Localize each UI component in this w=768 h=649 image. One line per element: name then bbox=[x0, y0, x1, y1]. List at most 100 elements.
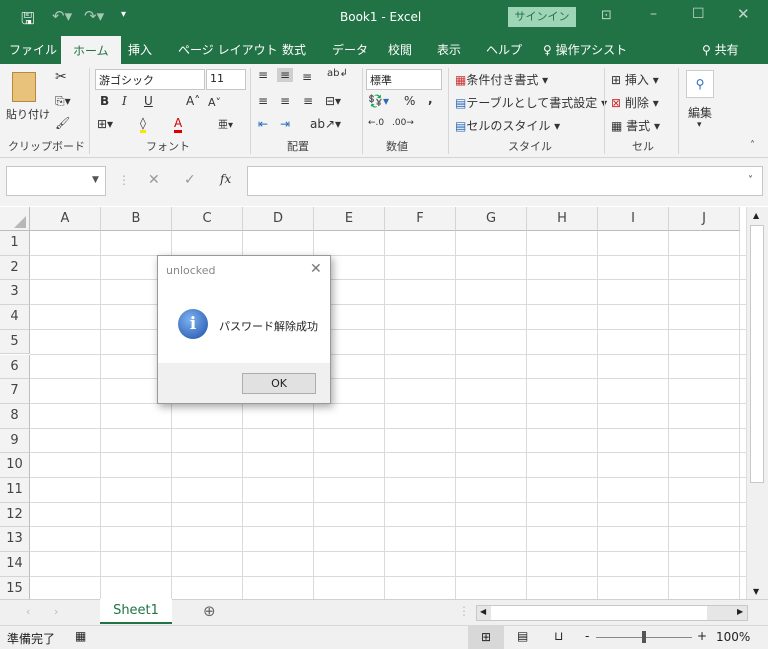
tab-split-handle[interactable]: ⋮ bbox=[458, 604, 470, 618]
column-header-F[interactable]: F bbox=[385, 207, 456, 231]
tab-formulas[interactable]: 数式 bbox=[282, 41, 306, 58]
row-header-14[interactable]: 14 bbox=[0, 552, 30, 577]
column-header-H[interactable]: H bbox=[527, 207, 598, 231]
select-all-button[interactable] bbox=[0, 207, 30, 231]
align-bottom-icon[interactable]: ≡ bbox=[302, 70, 312, 84]
normal-view-button[interactable]: ⊞ bbox=[468, 626, 504, 649]
dialog-close-button[interactable]: ✕ bbox=[310, 261, 322, 277]
add-sheet-button[interactable]: ⊕ bbox=[203, 602, 216, 620]
editing-button[interactable]: 編集 bbox=[688, 104, 712, 121]
font-size-select[interactable]: 11 bbox=[206, 69, 246, 90]
border-icon[interactable]: ⊞▾ bbox=[97, 117, 113, 131]
row-header-15[interactable]: 15 bbox=[0, 576, 30, 602]
align-right-icon[interactable]: ≡ bbox=[303, 94, 313, 108]
format-cells-button[interactable]: ▦ 書式 ▾ bbox=[611, 117, 660, 134]
cancel-icon[interactable]: ✕ bbox=[148, 172, 160, 188]
cut-icon[interactable]: ✂ bbox=[55, 69, 67, 85]
vertical-scroll-thumb[interactable] bbox=[750, 225, 764, 483]
row-header-6[interactable]: 6 bbox=[0, 354, 30, 380]
worksheet-grid[interactable]: A B C D E F G H I J 1 2 3 4 5 6 7 8 9 10 11 12 13 14 15 bbox=[0, 207, 746, 602]
format-painter-icon[interactable]: 🖌 bbox=[55, 116, 70, 130]
signin-button[interactable]: サインイン bbox=[508, 7, 576, 27]
row-header-9[interactable]: 9 bbox=[0, 428, 30, 454]
grow-font-icon[interactable]: A˄ bbox=[186, 94, 200, 108]
page-layout-view-button[interactable]: ▤ bbox=[517, 629, 528, 643]
copy-icon[interactable]: ⎘▾ bbox=[55, 94, 71, 109]
search-icon[interactable]: ⚲ bbox=[686, 70, 714, 98]
macro-record-icon[interactable]: ▦ bbox=[75, 629, 86, 643]
collapse-ribbon-icon[interactable]: ˄ bbox=[750, 140, 755, 151]
decrease-decimal-icon[interactable]: .00→ bbox=[392, 118, 414, 128]
delete-cells-button[interactable]: ⊠ 削除 ▾ bbox=[611, 94, 659, 111]
tab-tell-me[interactable]: ♀ 操作アシスト bbox=[543, 41, 627, 58]
phonetic-icon[interactable]: 亜▾ bbox=[218, 116, 233, 131]
sheet-tab-sheet1[interactable]: Sheet1 bbox=[100, 599, 172, 624]
horizontal-scroll-thumb[interactable] bbox=[491, 606, 707, 620]
row-header-2[interactable]: 2 bbox=[0, 255, 30, 281]
minimize-button[interactable]: – bbox=[650, 6, 657, 22]
paste-icon[interactable] bbox=[12, 72, 36, 102]
scroll-left-icon[interactable]: ◀ bbox=[480, 607, 486, 616]
fill-color-icon[interactable]: ◊ bbox=[140, 116, 146, 133]
format-as-table-button[interactable]: ▤テーブルとして書式設定 ▾ bbox=[455, 94, 607, 111]
row-header-7[interactable]: 7 bbox=[0, 379, 30, 404]
ribbon-display-icon[interactable]: ⊡ bbox=[601, 8, 612, 23]
tab-home[interactable]: ホーム bbox=[61, 36, 121, 64]
scroll-up-icon[interactable]: ▲ bbox=[753, 211, 759, 220]
redo-icon[interactable]: ↷▾ bbox=[84, 7, 104, 25]
share-button[interactable]: ⚲ 共有 bbox=[702, 41, 739, 58]
expand-formula-icon[interactable]: ˅ bbox=[748, 175, 753, 186]
tab-insert[interactable]: 挿入 bbox=[128, 41, 152, 58]
zoom-out-button[interactable]: - bbox=[585, 629, 589, 643]
increase-indent-icon[interactable]: ⇥ bbox=[280, 117, 290, 131]
close-button[interactable]: ✕ bbox=[737, 5, 750, 23]
save-icon[interactable]: 🖫 bbox=[21, 8, 35, 35]
name-box[interactable] bbox=[6, 166, 106, 196]
editing-dropdown-icon[interactable]: ▾ bbox=[697, 120, 702, 130]
tab-view[interactable]: 表示 bbox=[437, 41, 461, 58]
column-header-B[interactable]: B bbox=[101, 207, 172, 231]
row-header-8[interactable]: 8 bbox=[0, 403, 30, 429]
row-header-10[interactable]: 10 bbox=[0, 453, 30, 478]
row-header-12[interactable]: 12 bbox=[0, 502, 30, 528]
undo-icon[interactable]: ↶▾ bbox=[52, 7, 72, 25]
zoom-in-button[interactable]: + bbox=[697, 629, 707, 643]
ok-button[interactable]: OK bbox=[242, 373, 316, 394]
tab-data[interactable]: データ bbox=[332, 41, 368, 58]
column-header-I[interactable]: I bbox=[598, 207, 669, 231]
prev-sheet-icon[interactable]: ‹ bbox=[26, 605, 30, 618]
row-header-3[interactable]: 3 bbox=[0, 280, 30, 306]
percent-button[interactable]: % bbox=[404, 94, 415, 108]
align-center-icon[interactable]: ≡ bbox=[280, 94, 290, 108]
decrease-indent-icon[interactable]: ⇤ bbox=[258, 117, 268, 131]
row-header-13[interactable]: 13 bbox=[0, 527, 30, 553]
enter-icon[interactable]: ✓ bbox=[184, 172, 196, 188]
wrap-text-icon[interactable]: ab↲ bbox=[327, 68, 348, 79]
cell-styles-button[interactable]: ▤セルのスタイル ▾ bbox=[455, 117, 560, 134]
formula-input[interactable] bbox=[247, 166, 763, 196]
horizontal-scrollbar[interactable]: ◀ bbox=[476, 605, 748, 621]
underline-button[interactable]: U bbox=[144, 94, 153, 108]
row-header-1[interactable]: 1 bbox=[0, 231, 30, 256]
vertical-scrollbar[interactable]: ▲ ▼ bbox=[746, 207, 768, 599]
align-middle-icon[interactable]: ≡ bbox=[277, 68, 294, 82]
orientation-icon[interactable]: ab↗▾ bbox=[310, 117, 341, 131]
column-header-E[interactable]: E bbox=[314, 207, 385, 231]
column-header-A[interactable]: A bbox=[30, 207, 101, 231]
tab-review[interactable]: 校閲 bbox=[388, 41, 412, 58]
font-color-icon[interactable]: A bbox=[174, 116, 183, 133]
column-header-G[interactable]: G bbox=[456, 207, 527, 231]
comma-button[interactable]: , bbox=[428, 92, 433, 106]
next-sheet-icon[interactable]: › bbox=[54, 605, 58, 618]
increase-decimal-icon[interactable]: ←.0 bbox=[368, 118, 384, 128]
column-header-J[interactable]: J bbox=[669, 207, 740, 231]
accounting-format-icon[interactable]: 💱▾ bbox=[368, 94, 389, 108]
name-box-dropdown-icon[interactable]: ▼ bbox=[92, 175, 99, 185]
row-header-11[interactable]: 11 bbox=[0, 478, 30, 503]
row-header-5[interactable]: 5 bbox=[0, 329, 30, 355]
font-name-select[interactable]: 游ゴシック bbox=[95, 69, 205, 90]
tab-file[interactable]: ファイル bbox=[9, 41, 57, 58]
insert-function-button[interactable]: fx bbox=[220, 172, 231, 186]
align-left-icon[interactable]: ≡ bbox=[258, 94, 268, 108]
tab-page-layout[interactable]: ページ レイアウト bbox=[178, 41, 278, 58]
